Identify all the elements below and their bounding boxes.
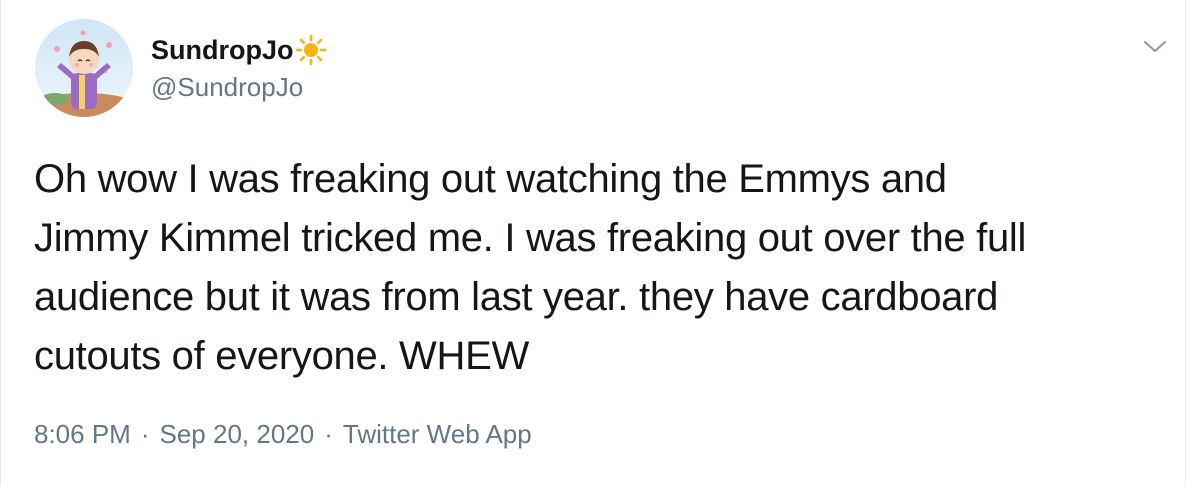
sun-icon xyxy=(295,34,327,66)
display-name[interactable]: SundropJo xyxy=(151,34,327,66)
display-name-text: SundropJo xyxy=(151,34,294,65)
avatar[interactable] xyxy=(35,19,133,117)
tweet-source[interactable]: Twitter Web App xyxy=(343,419,532,450)
tweet-date[interactable]: Sep 20, 2020 xyxy=(160,419,315,450)
tweet-text: Oh wow I was freaking out watching the E… xyxy=(34,157,1027,378)
avatar-image xyxy=(35,19,133,117)
user-handle[interactable]: @SundropJo xyxy=(151,72,303,103)
tweet-meta: 8:06 PM · Sep 20, 2020 · Twitter Web App xyxy=(34,419,532,450)
chevron-down-icon[interactable] xyxy=(1142,34,1168,60)
tweet-time[interactable]: 8:06 PM xyxy=(34,419,131,450)
meta-separator: · xyxy=(324,419,333,449)
tweet-card: SundropJo @SundropJo Oh wow I was freaki… xyxy=(0,0,1186,486)
meta-separator: · xyxy=(140,419,150,449)
